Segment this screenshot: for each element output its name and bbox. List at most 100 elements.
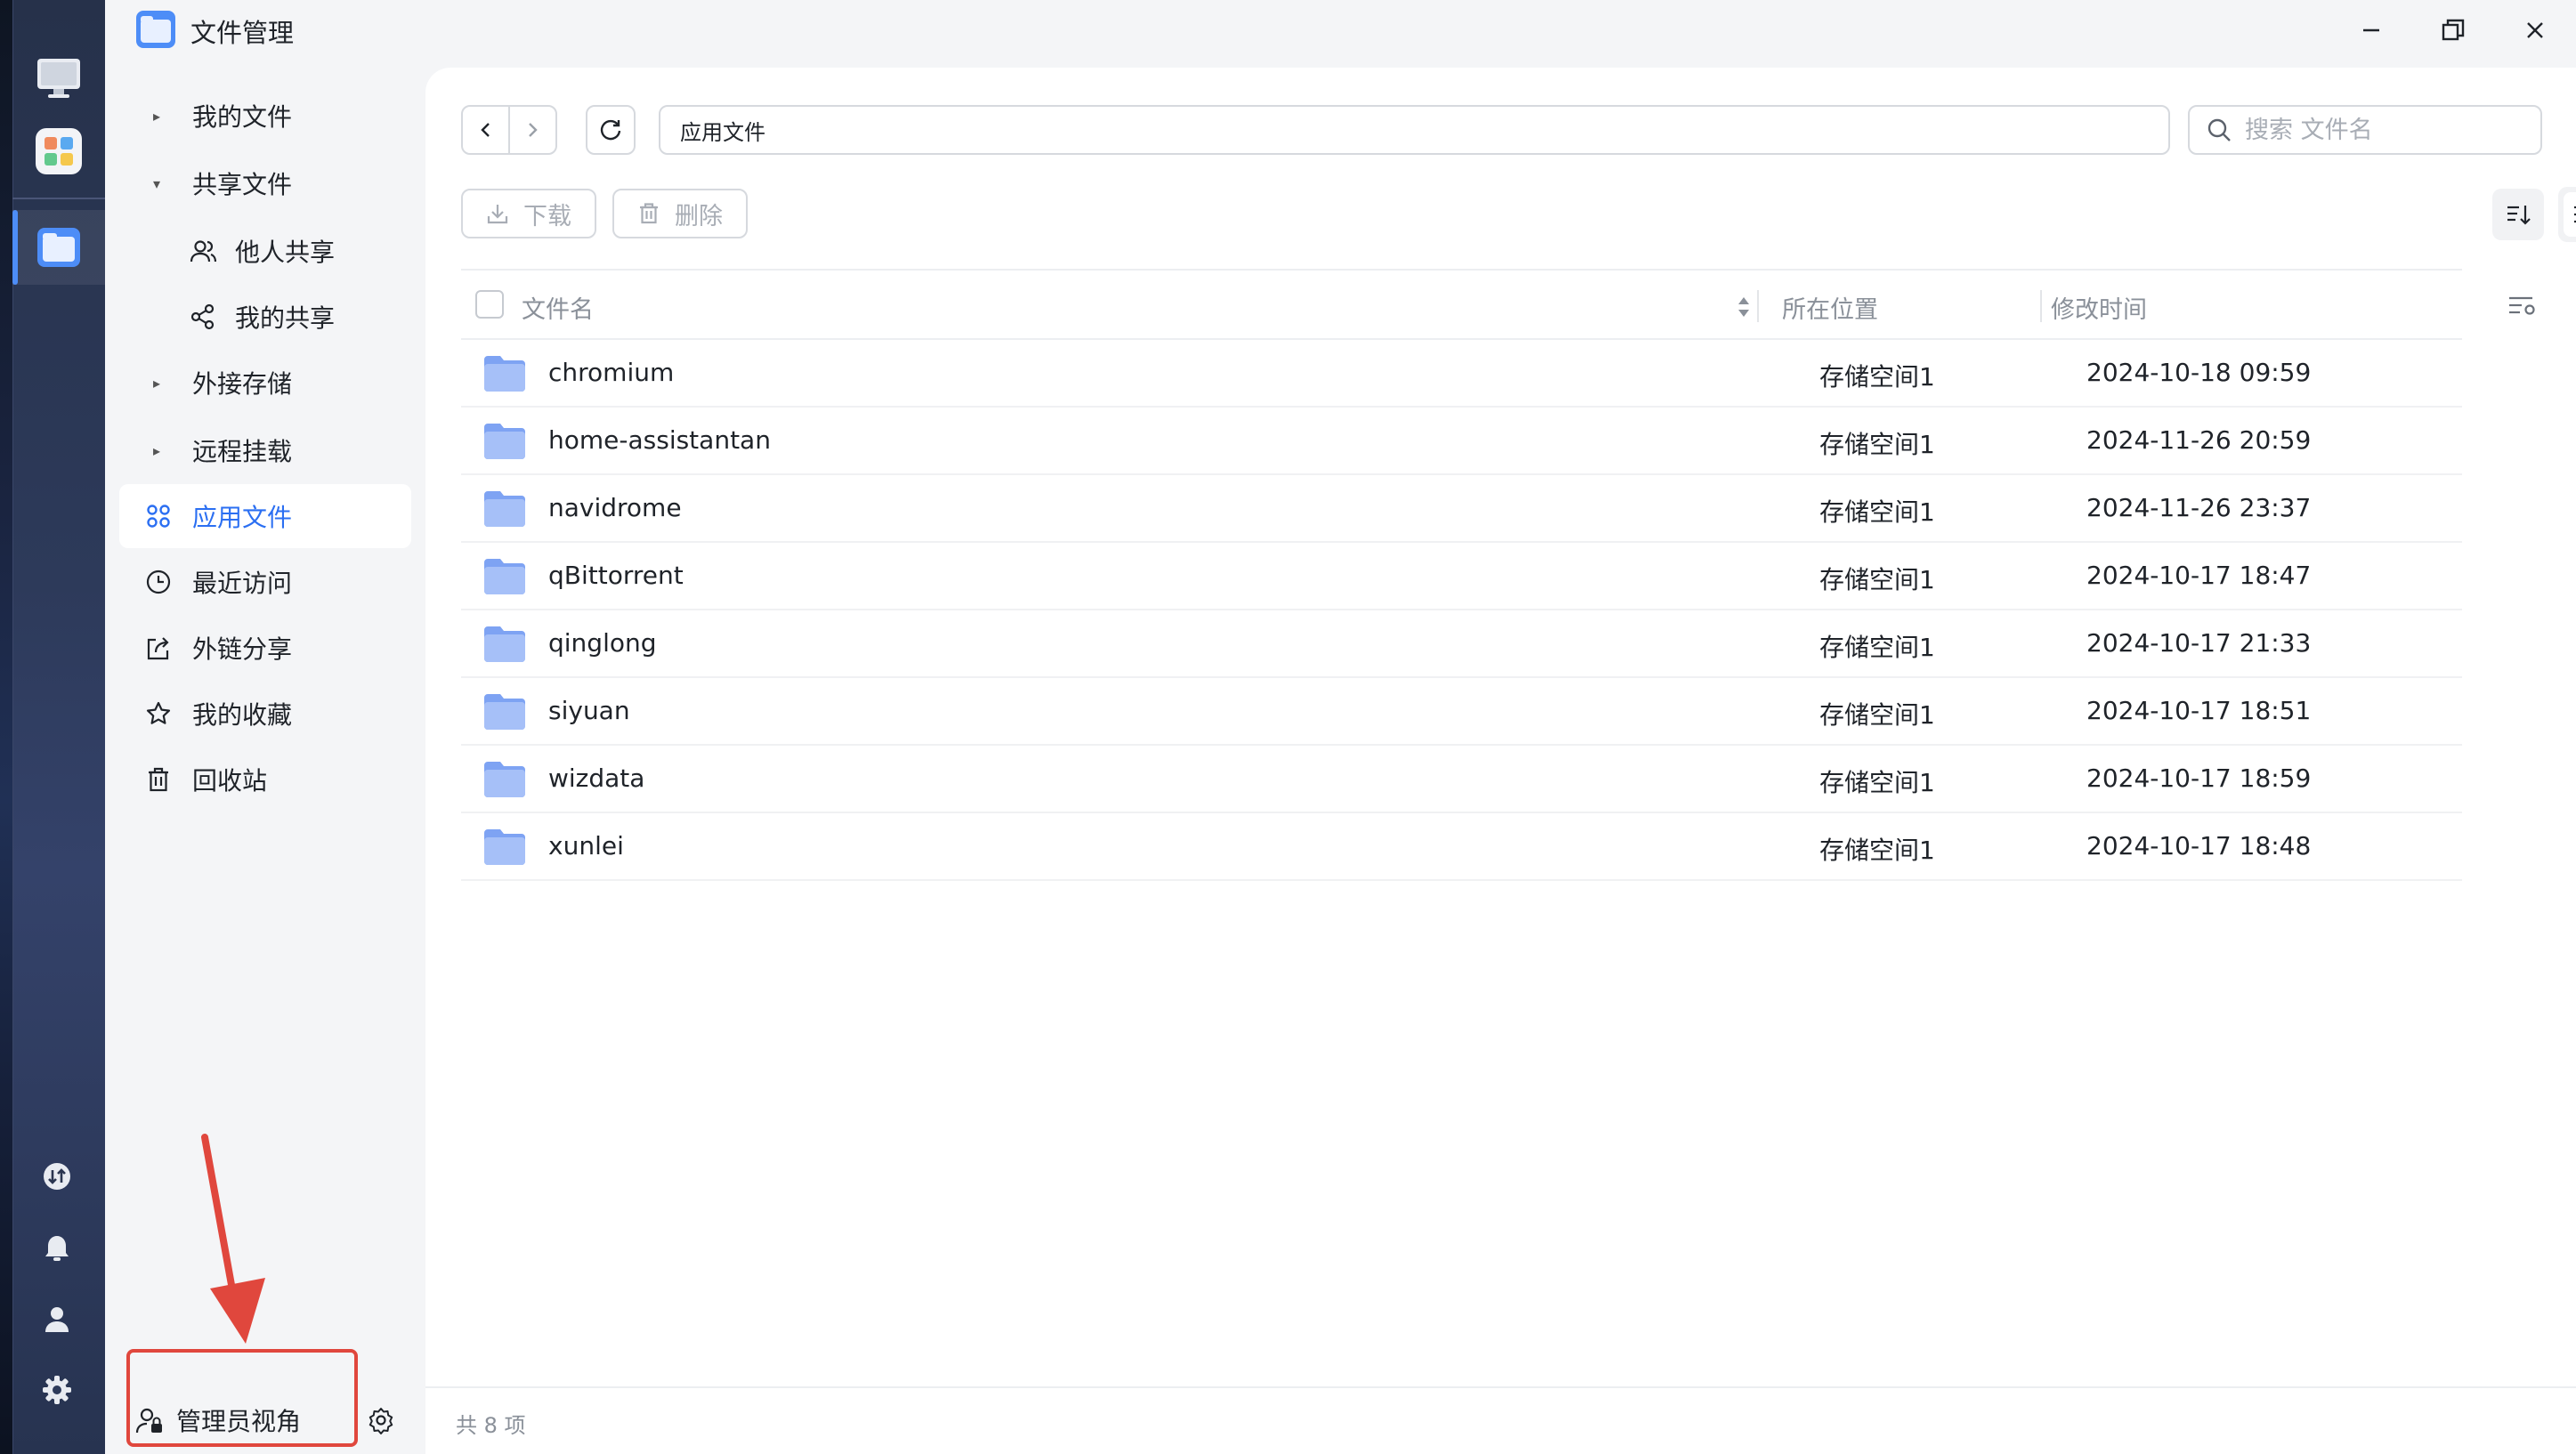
transfer-icon[interactable]: [39, 1159, 75, 1194]
caret-down-icon[interactable]: ▾: [153, 175, 160, 192]
column-header-modified[interactable]: 修改时间: [2051, 290, 2147, 325]
sort-toggle-icon[interactable]: [1736, 295, 1752, 319]
table-row[interactable]: siyuan 存储空间1 2024-10-17 18:51: [461, 678, 2462, 746]
admin-user-icon: [135, 1406, 166, 1436]
column-divider[interactable]: [1757, 290, 1759, 322]
title-bar[interactable]: 文件管理: [105, 0, 2576, 68]
sidebar-item-label: 他人共享: [235, 238, 336, 267]
column-header-location[interactable]: 所在位置: [1782, 290, 1878, 325]
sidebar-item-remote-mount[interactable]: ▸ 远程挂载: [119, 418, 411, 482]
sidebar-item-label: 最近访问: [192, 569, 293, 598]
table-row[interactable]: xunlei 存储空间1 2024-10-17 18:48: [461, 813, 2462, 881]
desktop-app-icon[interactable]: [36, 55, 82, 101]
user-account-icon[interactable]: [39, 1301, 75, 1337]
table-row[interactable]: chromium 存储空间1 2024-10-18 09:59: [461, 340, 2462, 408]
sidebar-item-shared-with-me[interactable]: 他人共享: [119, 219, 411, 283]
file-location: 存储空间1: [1819, 565, 1935, 594]
file-location: 存储空间1: [1819, 768, 1935, 797]
sort-button[interactable]: [2492, 189, 2544, 240]
file-location: 存储空间1: [1819, 430, 1935, 459]
sort-icon: [2507, 206, 2531, 225]
dock-separator: [12, 198, 105, 199]
sidebar-item-app-files[interactable]: 应用文件: [119, 484, 411, 548]
file-modified-time: 2024-10-17 18:59: [2086, 763, 2312, 793]
folder-icon: [482, 692, 527, 731]
column-divider[interactable]: [2040, 290, 2042, 322]
delete-icon: [637, 202, 660, 225]
history-nav: [461, 105, 557, 155]
sidebar-item-label: 远程挂载: [192, 437, 293, 466]
minimize-button[interactable]: [2352, 12, 2391, 48]
sidebar-item-label: 回收站: [192, 766, 268, 796]
file-name[interactable]: xunlei: [548, 831, 624, 860]
close-window-button[interactable]: [2515, 12, 2555, 48]
list-view-button[interactable]: [2564, 192, 2576, 237]
search-box[interactable]: [2188, 105, 2542, 155]
sidebar-item-recycle-bin[interactable]: 回收站: [119, 747, 411, 812]
table-header: 文件名 所在位置 修改时间: [461, 269, 2462, 340]
file-modified-time: 2024-10-17 21:33: [2086, 628, 2312, 658]
file-name[interactable]: navidrome: [548, 493, 682, 522]
users-icon: [189, 237, 217, 265]
sidebar-item-recent[interactable]: 最近访问: [119, 550, 411, 614]
file-modified-time: 2024-10-18 09:59: [2086, 358, 2312, 387]
path-bar[interactable]: 应用文件: [659, 105, 2170, 155]
folder-icon: [482, 557, 527, 596]
refresh-button[interactable]: [586, 105, 636, 155]
system-settings-icon[interactable]: [39, 1372, 75, 1408]
download-button[interactable]: 下载: [461, 189, 596, 238]
sidebar-item-external-link-share[interactable]: 外链分享: [119, 616, 411, 680]
file-name[interactable]: chromium: [548, 358, 674, 387]
table-row[interactable]: wizdata 存储空间1 2024-10-17 18:59: [461, 746, 2462, 813]
list-view-icon: [2574, 206, 2576, 223]
sidebar-item-shared-files[interactable]: ▾ 共享文件: [119, 151, 411, 215]
download-icon: [486, 202, 509, 225]
item-count: 共 8 项: [456, 1413, 526, 1438]
file-manager-app-icon[interactable]: [36, 224, 82, 271]
status-bar: 共 8 项: [425, 1386, 2576, 1454]
search-input[interactable]: [2245, 116, 2530, 144]
caret-right-icon[interactable]: ▸: [153, 108, 160, 125]
notification-bell-icon[interactable]: [39, 1230, 75, 1265]
caret-right-icon[interactable]: ▸: [153, 442, 160, 459]
forward-button[interactable]: [510, 107, 555, 153]
current-path: 应用文件: [680, 119, 766, 145]
file-name[interactable]: qBittorrent: [548, 561, 684, 590]
folder-icon: [482, 422, 527, 461]
file-location: 存储空间1: [1819, 362, 1935, 392]
delete-button[interactable]: 删除: [612, 189, 748, 238]
folder-icon: [482, 489, 527, 529]
file-modified-time: 2024-10-17 18:47: [2086, 561, 2312, 590]
table-row[interactable]: navidrome 存储空间1 2024-11-26 23:37: [461, 475, 2462, 543]
column-header-name[interactable]: 文件名: [522, 290, 594, 325]
file-name[interactable]: siyuan: [548, 696, 630, 725]
sidebar-item-label: 共享文件: [192, 170, 293, 199]
refresh-icon: [600, 119, 621, 141]
file-name[interactable]: wizdata: [548, 763, 644, 793]
admin-view-toggle[interactable]: 管理员视角: [176, 1402, 301, 1438]
sidebar-item-my-shares[interactable]: 我的共享: [119, 285, 411, 349]
back-button[interactable]: [463, 107, 508, 153]
star-icon: [144, 699, 173, 728]
file-manager-title-icon: [135, 9, 176, 50]
file-name[interactable]: home-assistantan: [548, 425, 771, 455]
sidebar-item-favorites[interactable]: 我的收藏: [119, 682, 411, 746]
maximize-button[interactable]: [2434, 12, 2473, 48]
select-all-checkbox[interactable]: [475, 290, 504, 319]
table-row[interactable]: home-assistantan 存储空间1 2024-11-26 20:59: [461, 408, 2462, 475]
sidebar-item-label: 我的文件: [192, 102, 293, 132]
file-modified-time: 2024-11-26 23:37: [2086, 493, 2312, 522]
caret-right-icon[interactable]: ▸: [153, 375, 160, 392]
file-name[interactable]: qinglong: [548, 628, 657, 658]
file-modified-time: 2024-11-26 20:59: [2086, 425, 2312, 455]
file-manager-window: 文件管理 ▸ 我的文件 ▾ 共享文件 他人共享 我的共享 ▸ 外接存储 ▸ 远程…: [105, 0, 2576, 1454]
sidebar-item-external-storage[interactable]: ▸ 外接存储: [119, 351, 411, 415]
column-settings-button[interactable]: [2505, 288, 2540, 324]
table-row[interactable]: qinglong 存储空间1 2024-10-17 21:33: [461, 610, 2462, 678]
app-center-icon[interactable]: [36, 128, 82, 174]
table-row[interactable]: qBittorrent 存储空间1 2024-10-17 18:47: [461, 543, 2462, 610]
sidebar-item-my-files[interactable]: ▸ 我的文件: [119, 84, 411, 148]
sidebar-settings-gear-icon[interactable]: [367, 1406, 397, 1436]
delete-label: 删除: [675, 202, 723, 230]
window-title: 文件管理: [190, 18, 295, 48]
